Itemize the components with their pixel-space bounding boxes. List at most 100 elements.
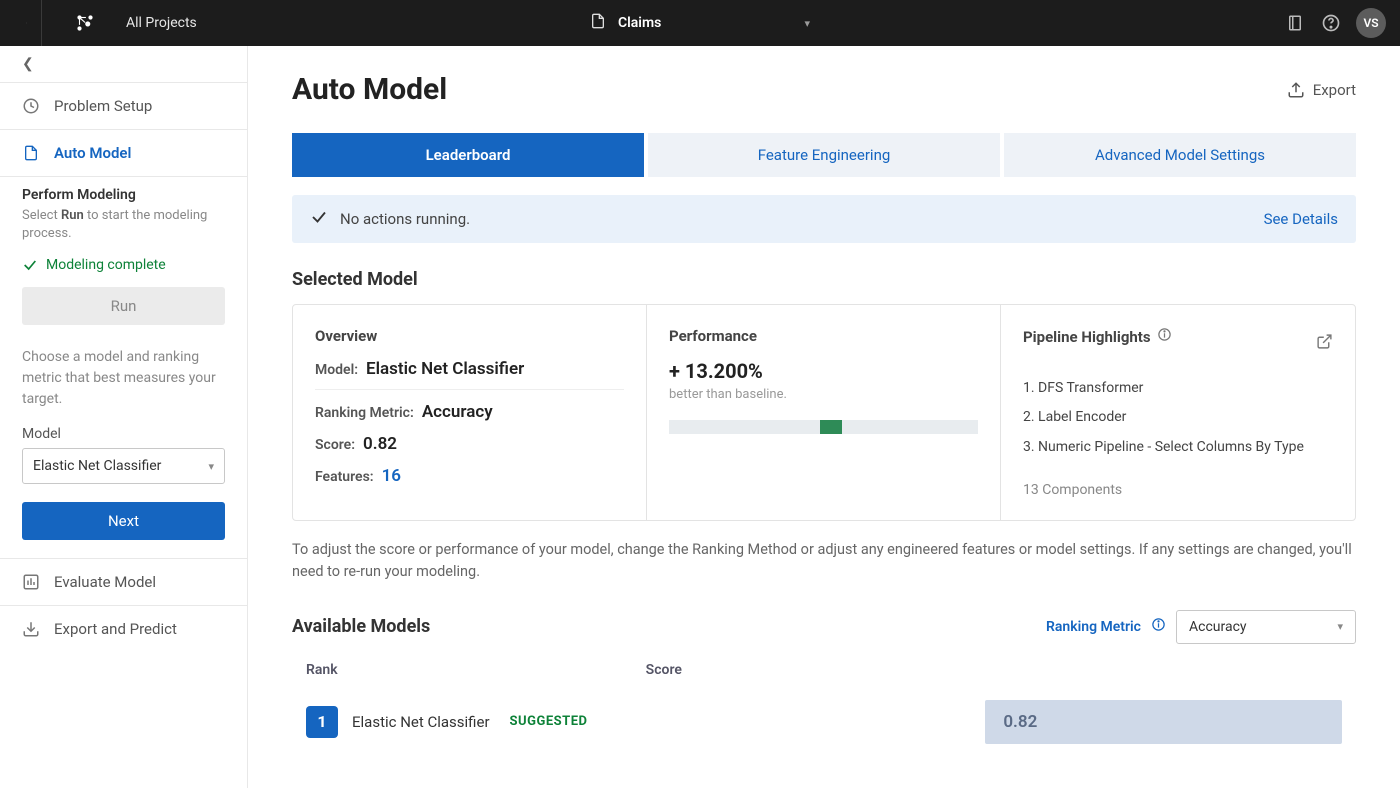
chevron-down-icon: ▾ bbox=[1337, 620, 1343, 633]
banner-message: No actions running. bbox=[340, 210, 470, 228]
features-link[interactable]: 16 bbox=[382, 466, 401, 486]
pipeline-heading: Pipeline Highlights bbox=[1023, 327, 1172, 346]
export-label: Export bbox=[1313, 81, 1356, 99]
performance-bar bbox=[669, 420, 978, 434]
clock-icon bbox=[22, 97, 40, 115]
performance-subtext: better than baseline. bbox=[669, 387, 978, 402]
models-table-header: Rank Score bbox=[292, 662, 1356, 686]
col-rank: Rank bbox=[306, 662, 646, 678]
page-title: Auto Model bbox=[292, 72, 447, 107]
sidebar-perform-section: Perform Modeling Select Run to start the… bbox=[0, 176, 247, 247]
selected-model-card: Overview Model: Elastic Net Classifier R… bbox=[292, 304, 1356, 521]
ranking-metric-label: Ranking Metric bbox=[1046, 619, 1141, 635]
score-key: Score: bbox=[315, 437, 355, 453]
tab-leaderboard[interactable]: Leaderboard bbox=[292, 133, 644, 177]
score-value: 0.82 bbox=[1003, 712, 1037, 732]
export-button[interactable]: Export bbox=[1287, 81, 1356, 99]
apps-grid-icon bbox=[26, 14, 27, 32]
chevron-left-icon: ❮ bbox=[22, 56, 34, 72]
sidebar-item-label: Evaluate Model bbox=[54, 573, 156, 591]
performance-bar-fill bbox=[820, 420, 842, 434]
available-models-header: Available Models Ranking Metric Accuracy… bbox=[292, 610, 1356, 644]
book-icon bbox=[1286, 13, 1304, 33]
upload-icon bbox=[1287, 81, 1305, 99]
run-button: Run bbox=[22, 287, 225, 325]
next-button[interactable]: Next bbox=[22, 502, 225, 540]
tab-feature-engineering[interactable]: Feature Engineering bbox=[648, 133, 1000, 177]
pipeline-item: 2. Label Encoder bbox=[1023, 403, 1333, 432]
performance-delta: + 13.200% bbox=[669, 359, 978, 383]
perform-desc: Select Run to start the modeling process… bbox=[22, 207, 225, 243]
help-icon bbox=[1321, 13, 1341, 33]
modeling-status: Modeling complete bbox=[0, 247, 247, 283]
brand-logo-icon bbox=[74, 12, 96, 34]
score-value: 0.82 bbox=[363, 434, 397, 454]
metric-key: Ranking Metric: bbox=[315, 405, 414, 421]
col-score: Score bbox=[646, 662, 986, 678]
open-external-button[interactable] bbox=[1316, 333, 1333, 354]
status-text: Modeling complete bbox=[46, 257, 166, 273]
performance-column: Performance + 13.200% better than baseli… bbox=[647, 305, 1001, 520]
download-icon bbox=[22, 620, 40, 638]
selected-model-heading: Selected Model bbox=[292, 269, 1356, 290]
metric-value: Accuracy bbox=[422, 402, 493, 422]
rank-badge: 1 bbox=[306, 706, 338, 738]
rank-cell: 1 Elastic Net Classifier SUGGESTED bbox=[306, 706, 646, 738]
topbar-left: All Projects bbox=[0, 0, 197, 46]
score-cell: 0.82 bbox=[985, 700, 1342, 744]
available-models-heading: Available Models bbox=[292, 616, 430, 637]
chevron-down-icon: ▾ bbox=[208, 460, 214, 473]
model-key: Model: bbox=[315, 362, 358, 378]
pipeline-footer: 13 Components bbox=[1023, 482, 1333, 498]
topbar-right: VS bbox=[1284, 8, 1400, 38]
file-icon bbox=[590, 12, 606, 34]
check-icon bbox=[310, 208, 328, 230]
top-bar: All Projects Claims ▾ VS bbox=[0, 0, 1400, 46]
sidebar-item-label: Problem Setup bbox=[54, 97, 152, 115]
sidebar-item-auto-model[interactable]: Auto Model bbox=[0, 129, 247, 176]
performance-heading: Performance bbox=[669, 327, 978, 345]
pipeline-column: Pipeline Highlights 1. DFS Transformer 2… bbox=[1001, 305, 1355, 520]
model-select[interactable]: Elastic Net Classifier ▾ bbox=[22, 448, 225, 484]
apps-grid-button[interactable] bbox=[12, 0, 42, 46]
features-key: Features: bbox=[315, 469, 374, 485]
model-row[interactable]: 1 Elastic Net Classifier SUGGESTED 0.82 bbox=[292, 686, 1356, 758]
overview-heading: Overview bbox=[315, 327, 624, 345]
model-label: Model bbox=[22, 426, 225, 442]
adjust-note: To adjust the score or performance of yo… bbox=[292, 539, 1356, 584]
help-button[interactable] bbox=[1320, 12, 1342, 34]
status-banner: No actions running. See Details bbox=[292, 195, 1356, 243]
chevron-down-icon: ▾ bbox=[804, 17, 810, 30]
info-icon[interactable] bbox=[1151, 617, 1166, 636]
brand-logo[interactable] bbox=[70, 8, 100, 38]
sidebar-collapse-button[interactable]: ❮ bbox=[0, 46, 247, 82]
pipeline-list: 1. DFS Transformer 2. Label Encoder 3. N… bbox=[1023, 374, 1333, 462]
project-name: Claims bbox=[618, 15, 661, 31]
pipeline-item: 1. DFS Transformer bbox=[1023, 374, 1333, 403]
pipeline-item: 3. Numeric Pipeline - Select Columns By … bbox=[1023, 433, 1333, 462]
sidebar-item-label: Auto Model bbox=[54, 144, 131, 162]
model-select-value: Elastic Net Classifier bbox=[33, 458, 161, 474]
model-field: Model Elastic Net Classifier ▾ bbox=[0, 426, 247, 496]
ranking-metric-value: Accuracy bbox=[1189, 619, 1247, 635]
book-button[interactable] bbox=[1284, 12, 1306, 34]
sidebar-item-export-predict[interactable]: Export and Predict bbox=[0, 605, 247, 652]
main-content: Auto Model Export Leaderboard Feature En… bbox=[248, 46, 1400, 788]
bar-chart-icon bbox=[22, 573, 40, 591]
sidebar-helper-text: Choose a model and ranking metric that b… bbox=[0, 339, 247, 426]
sidebar-item-label: Export and Predict bbox=[54, 620, 177, 638]
suggested-tag: SUGGESTED bbox=[510, 714, 588, 729]
ranking-metric-select[interactable]: Accuracy ▾ bbox=[1176, 610, 1356, 644]
info-icon[interactable] bbox=[1157, 327, 1172, 346]
tab-advanced-settings[interactable]: Advanced Model Settings bbox=[1004, 133, 1356, 177]
check-icon bbox=[22, 257, 38, 273]
see-details-link[interactable]: See Details bbox=[1264, 210, 1338, 228]
model-value: Elastic Net Classifier bbox=[366, 359, 524, 379]
sidebar-item-problem-setup[interactable]: Problem Setup bbox=[0, 82, 247, 129]
all-projects-link[interactable]: All Projects bbox=[126, 15, 197, 31]
ranking-metric-control: Ranking Metric Accuracy ▾ bbox=[1046, 610, 1356, 644]
project-switcher[interactable]: Claims ▾ bbox=[590, 12, 810, 34]
sidebar-item-evaluate-model[interactable]: Evaluate Model bbox=[0, 558, 247, 605]
sidebar: ❮ Problem Setup Auto Model Perform Model… bbox=[0, 46, 248, 788]
user-avatar[interactable]: VS bbox=[1356, 8, 1386, 38]
